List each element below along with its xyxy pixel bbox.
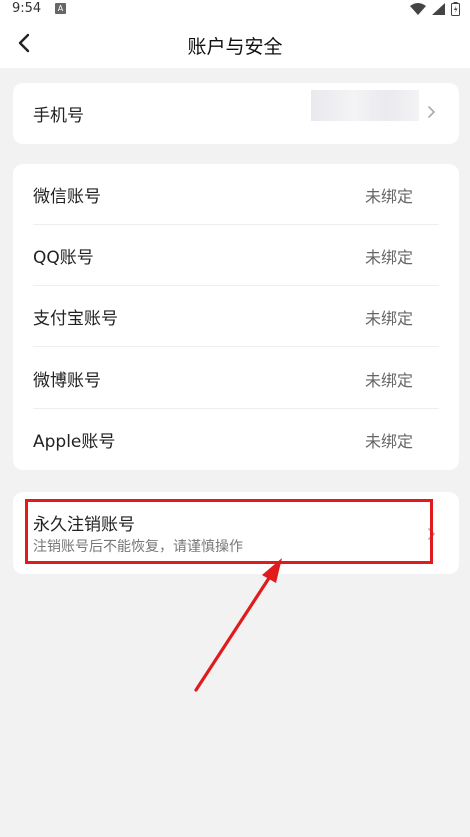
wifi-icon xyxy=(410,3,426,15)
navigation-bar: 账户与安全 xyxy=(0,18,470,68)
binding-row-apple[interactable]: Apple账号 未绑定 xyxy=(33,409,459,470)
phone-row[interactable]: 手机号 xyxy=(33,83,459,144)
row-divider xyxy=(33,346,439,347)
system-icons xyxy=(410,2,460,16)
binding-label: 支付宝账号 xyxy=(33,309,118,329)
binding-status: 未绑定 xyxy=(364,248,413,267)
signal-icon xyxy=(432,3,445,15)
phone-label: 手机号 xyxy=(33,106,84,126)
binding-status: 未绑定 xyxy=(364,187,413,206)
binding-row-wechat[interactable]: 微信账号 未绑定 xyxy=(33,164,459,225)
app-notification-icon: A xyxy=(55,3,66,14)
page-title: 账户与安全 xyxy=(187,36,283,58)
masked-phone-number xyxy=(311,90,419,121)
binding-status: 未绑定 xyxy=(364,371,413,390)
binding-row-alipay[interactable]: 支付宝账号 未绑定 xyxy=(33,286,459,347)
binding-status: 未绑定 xyxy=(364,309,413,328)
annotation-highlight-box xyxy=(25,499,433,564)
binding-label: 微博账号 xyxy=(33,371,101,391)
status-bar: 9:54 A xyxy=(0,0,470,18)
binding-status: 未绑定 xyxy=(364,432,413,451)
phone-card: 手机号 xyxy=(13,83,459,144)
binding-label: 微信账号 xyxy=(33,187,101,207)
binding-row-qq[interactable]: QQ账号 未绑定 xyxy=(33,225,459,286)
binding-label: QQ账号 xyxy=(33,248,94,268)
battery-icon xyxy=(451,2,460,16)
status-time: 9:54 xyxy=(12,1,42,16)
binding-label: Apple账号 xyxy=(33,432,116,452)
binding-row-weibo[interactable]: 微博账号 未绑定 xyxy=(33,348,459,409)
bindings-card: 微信账号 未绑定 QQ账号 未绑定 支付宝账号 未绑定 微博账号 未绑定 App… xyxy=(13,164,459,470)
chevron-right-icon xyxy=(428,106,436,118)
